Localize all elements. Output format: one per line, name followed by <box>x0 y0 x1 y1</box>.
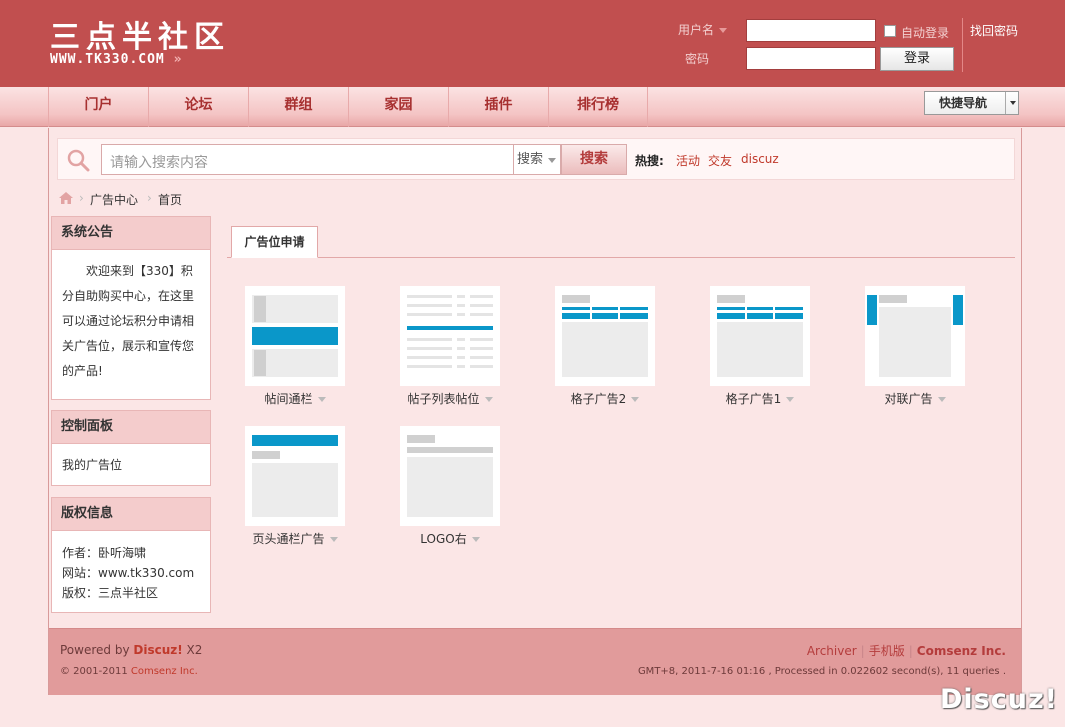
main-nav: 门户 论坛 群组 家园 插件 排行榜 快捷导航 <box>0 87 1065 127</box>
username-input[interactable] <box>746 19 876 42</box>
breadcrumb-item[interactable]: 广告中心 <box>90 191 138 208</box>
logo-title: 三点半社区 <box>50 20 230 55</box>
chevron-down-icon <box>484 397 493 402</box>
chevron-down-icon <box>471 537 480 542</box>
chevron-right-icon: › <box>79 191 84 205</box>
divider <box>962 18 963 72</box>
chevron-down-icon <box>329 537 338 542</box>
my-ads-link[interactable]: 我的广告位 <box>52 444 210 487</box>
ad-slot-thread-banner[interactable]: 帖间通栏 <box>230 286 360 416</box>
search-input[interactable]: 请输入搜索内容 <box>101 144 513 175</box>
quick-nav-label: 快捷导航 <box>939 96 988 110</box>
ad-slot-grid-2[interactable]: 格子广告2 <box>540 286 670 416</box>
chevron-right-icon: › <box>147 191 152 205</box>
copyright-author: 作者：卧听海啸 <box>62 546 147 560</box>
quick-nav-button[interactable]: 快捷导航 <box>924 91 1019 115</box>
nav-item-portal[interactable]: 门户 <box>48 87 148 127</box>
ad-slot-label: 格子广告1 <box>695 390 825 407</box>
ad-thumbnail <box>400 426 500 526</box>
copyright-box: 版权信息 作者：卧听海啸 网站：www.tk330.com 版权：三点半社区 <box>51 497 211 613</box>
hot-term-link[interactable]: 交友 <box>708 152 732 169</box>
ad-slot-logo-right[interactable]: LOGO右 <box>385 426 515 556</box>
main-wrap: 请输入搜索内容 搜索 搜索 热搜: 活动 交友 discuz › 广告中心 › … <box>48 128 1022 695</box>
chevron-down-icon <box>548 158 556 163</box>
notice-box: 系统公告 欢迎来到【330】积分自助购买中心，在这里可以通过论坛积分申请相关广告… <box>51 216 211 400</box>
password-input[interactable] <box>746 47 876 70</box>
search-bar: 请输入搜索内容 搜索 搜索 热搜: 活动 交友 discuz <box>57 138 1015 180</box>
footer-links: Archiver | 手机版 | Comsenz Inc. <box>806 644 1006 658</box>
tab-ad-apply[interactable]: 广告位申请 <box>231 226 318 258</box>
username-label[interactable]: 用户名 <box>678 21 728 38</box>
ad-thumbnail <box>865 286 965 386</box>
search-type-select[interactable]: 搜索 <box>513 144 561 175</box>
discuz-watermark: Discuz! <box>940 684 1058 715</box>
nav-item-group[interactable]: 群组 <box>248 87 348 127</box>
ad-thumbnail <box>400 286 500 386</box>
chevron-down-icon <box>786 397 795 402</box>
hot-term-link[interactable]: discuz <box>741 152 779 166</box>
password-label: 密码 <box>685 52 710 66</box>
ad-slot-label: 格子广告2 <box>540 390 670 407</box>
ad-slot-label: 帖子列表帖位 <box>385 390 515 407</box>
ad-slot-grid-1[interactable]: 格子广告1 <box>695 286 825 416</box>
hot-term-link[interactable]: 活动 <box>676 152 700 169</box>
ad-slot-thread-list[interactable]: 帖子列表帖位 <box>385 286 515 416</box>
breadcrumb-item[interactable]: 首页 <box>158 191 182 208</box>
divider <box>1005 92 1006 114</box>
chevron-down-icon <box>1010 101 1016 105</box>
nav-item-home[interactable]: 家园 <box>348 87 448 127</box>
nav-item-plugin[interactable]: 插件 <box>448 87 548 127</box>
ad-thumbnail <box>245 286 345 386</box>
nav-item-forum[interactable]: 论坛 <box>148 87 248 127</box>
control-panel-box: 控制面板 我的广告位 <box>51 410 211 486</box>
forgot-password-link[interactable]: 找回密码 <box>970 22 1018 39</box>
site-logo[interactable]: 三点半社区 WWW.TK330.COM » <box>48 12 250 70</box>
auto-login-checkbox[interactable] <box>884 25 896 37</box>
header: 三点半社区 WWW.TK330.COM » 用户名 自动登录 找回密码 密码 登… <box>0 0 1065 87</box>
ad-slot-label: 页头通栏广告 <box>230 530 360 547</box>
comsenz-footer-link[interactable]: Comsenz Inc. <box>917 644 1006 658</box>
chevron-down-icon <box>719 28 728 33</box>
notice-title: 系统公告 <box>52 217 210 250</box>
home-icon[interactable] <box>59 192 73 204</box>
copyright-body: 作者：卧听海啸 网站：www.tk330.com 版权：三点半社区 <box>52 531 210 612</box>
ad-thumbnail <box>710 286 810 386</box>
ad-slot-header-banner[interactable]: 页头通栏广告 <box>230 426 360 556</box>
logo-url: WWW.TK330.COM » <box>50 52 183 67</box>
ad-slot-couplet[interactable]: 对联广告 <box>850 286 980 416</box>
ad-slot-label: 对联广告 <box>850 390 980 407</box>
ad-slot-label: LOGO右 <box>385 530 515 547</box>
copyright-owner: 版权：三点半社区 <box>62 586 159 600</box>
notice-body: 欢迎来到【330】积分自助购买中心，在这里可以通过论坛积分申请相关广告位，展示和… <box>62 264 195 378</box>
footer-stats: GMT+8, 2011-7-16 01:16 , Processed in 0.… <box>637 666 1006 677</box>
search-placeholder: 请输入搜索内容 <box>110 155 208 171</box>
search-icon <box>67 149 90 172</box>
ad-thumbnail <box>555 286 655 386</box>
tab-underline <box>227 257 1015 258</box>
hot-search-label: 热搜: <box>635 154 664 168</box>
search-type-label: 搜索 <box>517 152 544 167</box>
login-button[interactable]: 登录 <box>880 47 954 71</box>
mobile-link[interactable]: 手机版 <box>869 644 905 658</box>
chevron-down-icon <box>937 397 946 402</box>
chevron-down-icon <box>317 397 326 402</box>
control-panel-title: 控制面板 <box>52 411 210 444</box>
auto-login-label[interactable]: 自动登录 <box>901 24 949 41</box>
chevron-down-icon <box>631 397 640 402</box>
archiver-link[interactable]: Archiver <box>807 644 857 658</box>
discuz-link[interactable]: Discuz! <box>133 643 182 657</box>
nav-item-ranking[interactable]: 排行榜 <box>548 87 648 127</box>
footer-copyright: © 2001-2011 Comsenz Inc. <box>60 666 198 677</box>
ad-slot-label: 帖间通栏 <box>230 390 360 407</box>
ad-thumbnail <box>245 426 345 526</box>
copyright-site: 网站：www.tk330.com <box>62 566 195 580</box>
copyright-title: 版权信息 <box>52 498 210 531</box>
footer: Powered by Discuz! X2 © 2001-2011 Comsen… <box>49 628 1021 695</box>
comsenz-link[interactable]: Comsenz Inc. <box>131 666 198 677</box>
powered-by: Powered by Discuz! X2 <box>60 643 203 657</box>
search-button[interactable]: 搜索 <box>561 144 627 175</box>
